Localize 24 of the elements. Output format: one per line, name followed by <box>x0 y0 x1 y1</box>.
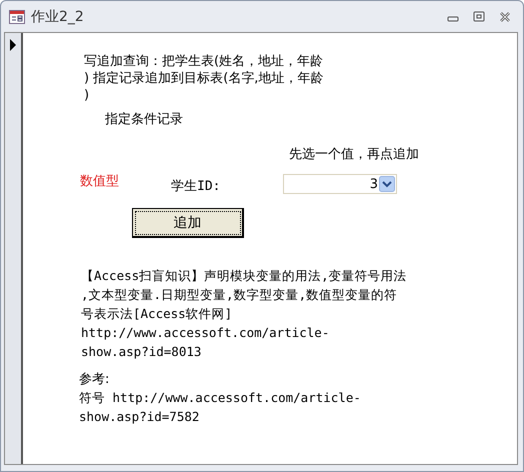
note-line: 号表示法[Access软件网] <box>81 305 232 323</box>
append-button[interactable]: 追加 <box>132 208 244 238</box>
note-line: http://www.accessoft.com/article- <box>81 324 330 342</box>
hint-label: 先选一个值，再点追加 <box>289 146 419 163</box>
record-selector[interactable] <box>5 33 23 464</box>
note-line: 【Access扫盲知识】声明模块变量的用法,变量符号用法 <box>81 267 407 285</box>
form-subheading: 指定条件记录 <box>105 111 183 128</box>
note-line: ,文本型变量.日期型变量,数字型变量,数值型变量的符 <box>81 286 398 304</box>
heading-line: 写追加查询：把学生表(姓名，地址，年龄 <box>84 53 324 70</box>
heading-line: ) 指定记录追加到目标表(名字,地址，年龄 <box>84 70 324 87</box>
restore-icon[interactable] <box>473 10 485 22</box>
reference-line: show.asp?id=7582 <box>79 408 200 426</box>
reference-line: 符号 http://www.accessoft.com/article- <box>79 389 361 407</box>
form-icon <box>9 10 25 24</box>
student-id-combo[interactable]: 3 <box>283 174 397 194</box>
dropdown-icon[interactable] <box>379 176 395 192</box>
note-line: show.asp?id=8013 <box>81 343 202 361</box>
current-record-icon <box>10 39 16 51</box>
heading-line: ) <box>84 87 90 104</box>
student-id-label: 学生ID: <box>171 178 220 195</box>
close-icon[interactable] <box>499 10 511 22</box>
reference-label: 参考: <box>79 371 110 388</box>
type-label: 数值型 <box>80 173 119 190</box>
window-title: 作业2_2 <box>31 8 84 26</box>
